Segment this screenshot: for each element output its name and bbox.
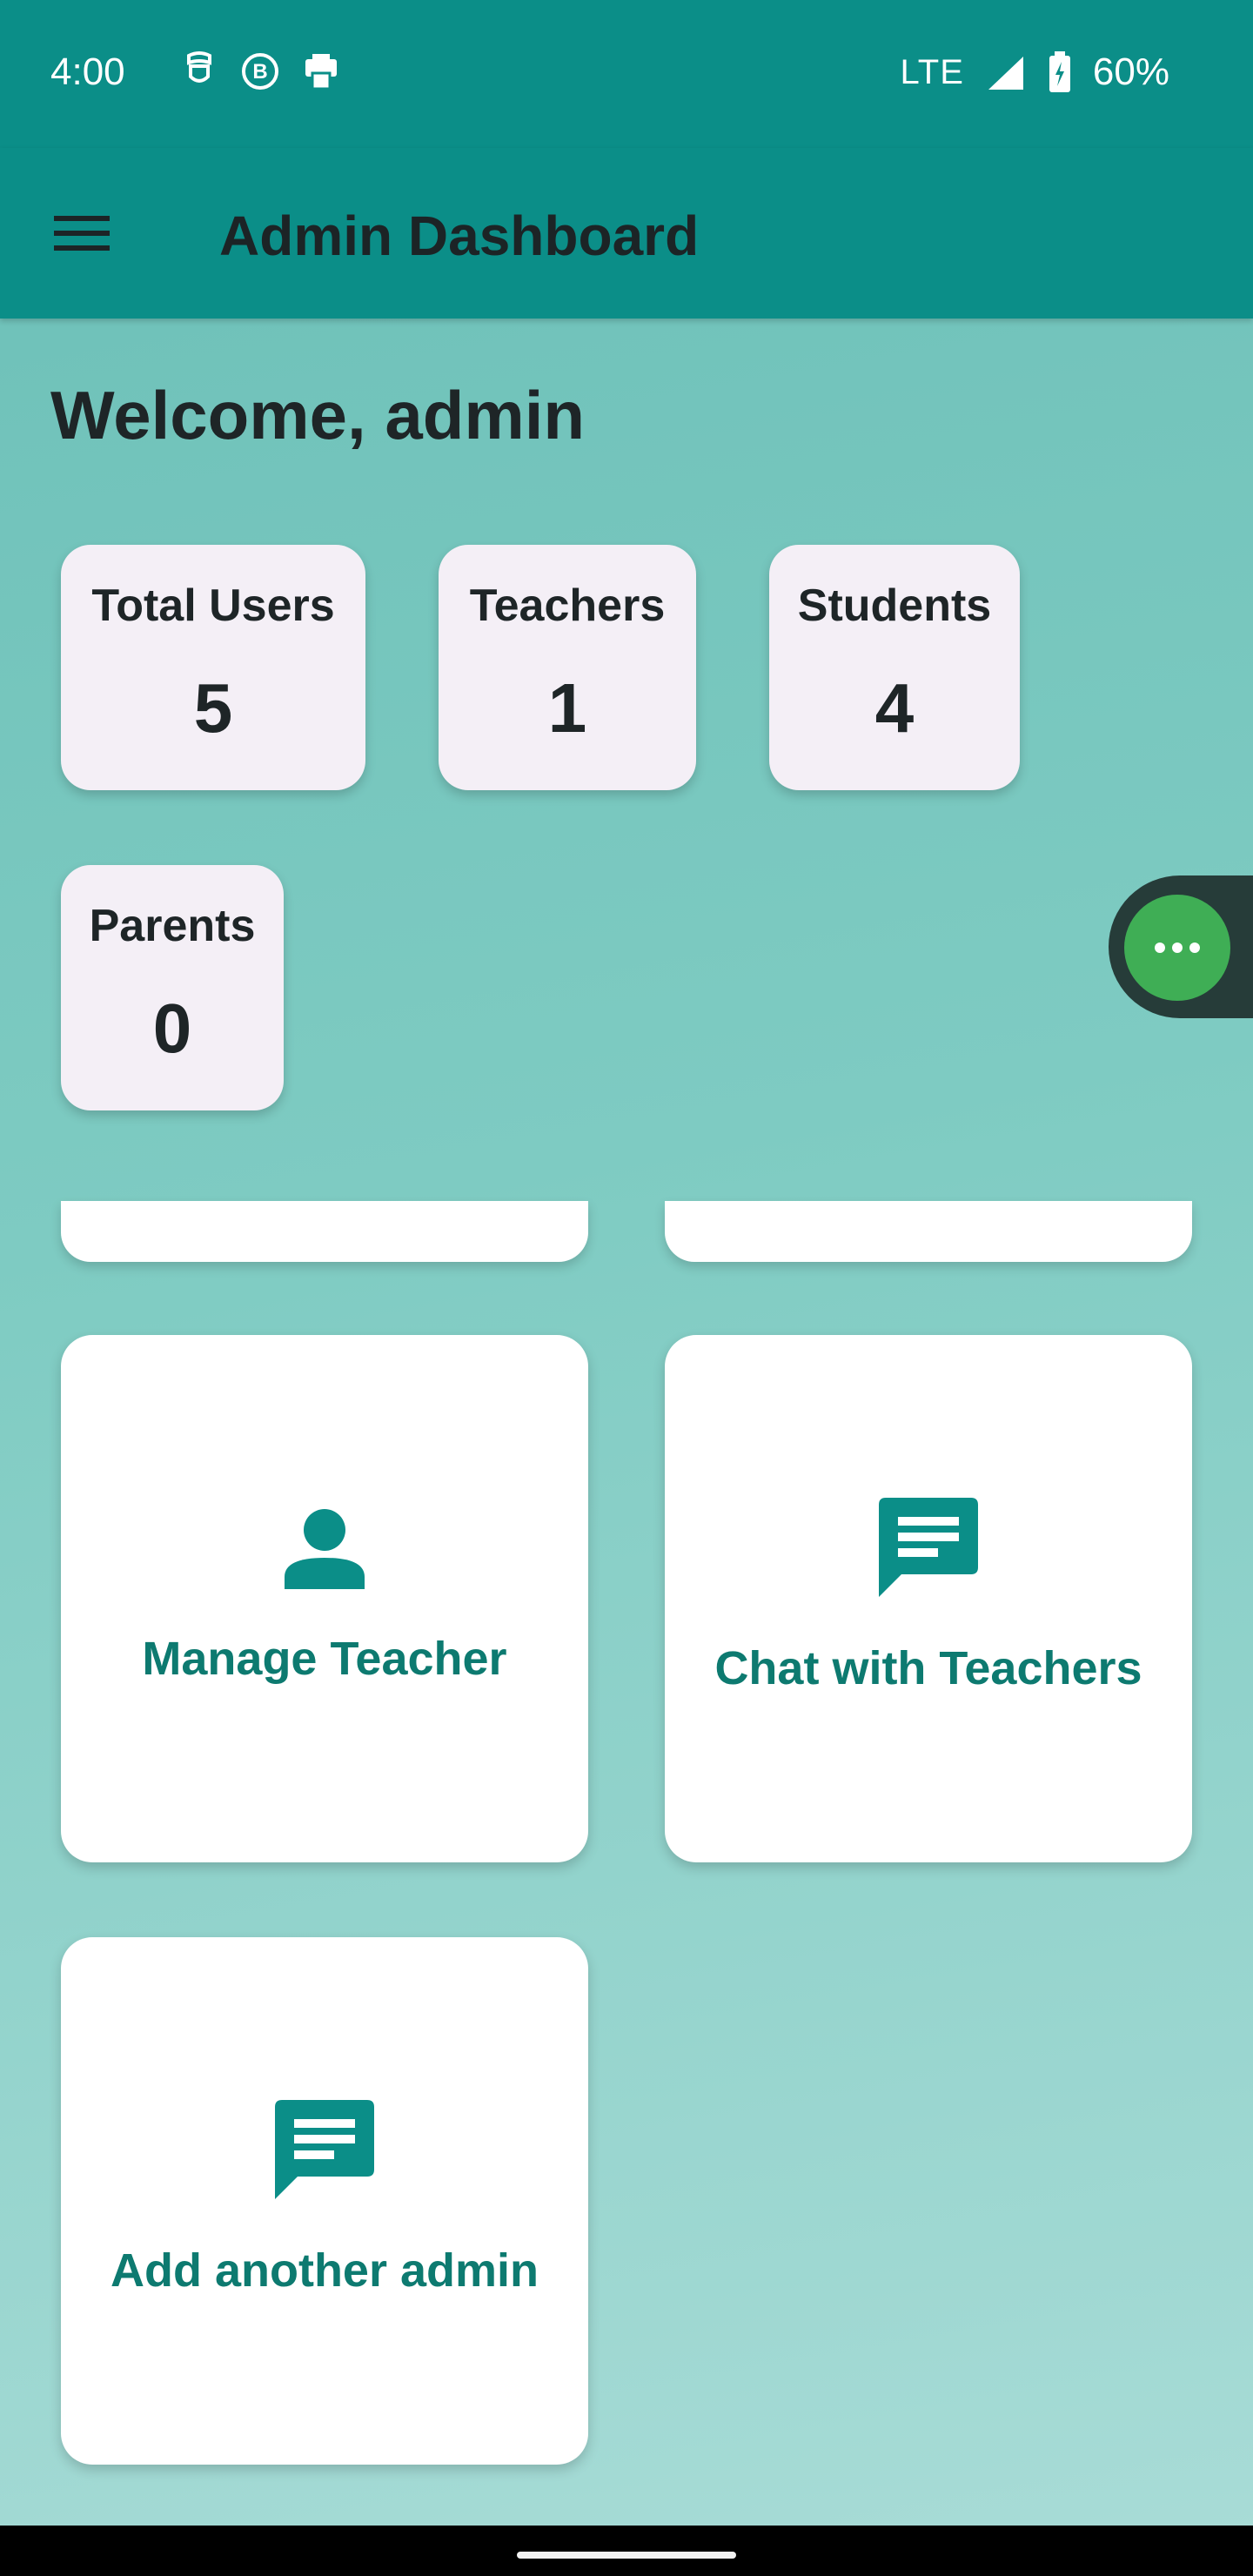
system-nav-bar (0, 2526, 1253, 2576)
b-icon: B (239, 50, 281, 92)
network-type: LTE (900, 52, 964, 91)
welcome-heading: Welcome, admin (50, 377, 586, 453)
notification-icon (178, 50, 220, 92)
action-label: Add another admin (110, 2244, 539, 2297)
status-time: 4:00 (50, 50, 125, 93)
hamburger-menu-icon[interactable] (49, 200, 115, 266)
stat-label: Parents (89, 901, 256, 951)
action-label: Manage Teacher (142, 1633, 507, 1685)
stat-label: Total Users (91, 580, 335, 631)
add-another-admin-card[interactable]: Add another admin (61, 1937, 588, 2465)
stat-card-parents: Parents 0 (61, 865, 284, 1110)
stat-value: 5 (193, 669, 233, 747)
stat-value: 0 (152, 989, 192, 1067)
stat-value: 1 (547, 669, 587, 747)
chat-icon (875, 1494, 982, 1600)
partial-action-card-left[interactable] (61, 1201, 588, 1262)
print-icon (300, 50, 342, 92)
partial-action-card-right[interactable] (665, 1201, 1192, 1262)
home-indicator[interactable] (517, 2552, 736, 2559)
action-label: Chat with Teachers (714, 1642, 1142, 1694)
chat-icon (271, 2096, 378, 2203)
stat-value: 4 (874, 669, 915, 747)
chat-with-teachers-card[interactable]: Chat with Teachers (665, 1335, 1192, 1862)
svg-text:B: B (252, 60, 267, 84)
person-icon (281, 1504, 368, 1591)
signal-icon (985, 53, 1027, 91)
stat-label: Students (797, 580, 992, 631)
stat-card-students: Students 4 (769, 545, 1020, 790)
page-title: Admin Dashboard (219, 205, 700, 267)
battery-percent: 60% (1092, 50, 1169, 93)
battery-icon (1048, 51, 1072, 93)
stat-card-teachers: Teachers 1 (439, 545, 696, 790)
app-bar: Admin Dashboard (0, 148, 1253, 319)
stat-card-total-users: Total Users 5 (61, 545, 365, 790)
stat-label: Teachers (469, 580, 666, 631)
floating-chat-head[interactable] (1109, 875, 1253, 1018)
status-bar: 4:00 B LTE 60% (0, 0, 1253, 148)
status-notification-icons: B (178, 50, 342, 92)
more-dots-icon[interactable] (1124, 895, 1230, 1001)
admin-dashboard-screen: 4:00 B LTE 60% Admin Dashboard Welcome, … (0, 0, 1253, 2576)
manage-teacher-card[interactable]: Manage Teacher (61, 1335, 588, 1862)
status-right-group: LTE 60% (901, 50, 1169, 94)
